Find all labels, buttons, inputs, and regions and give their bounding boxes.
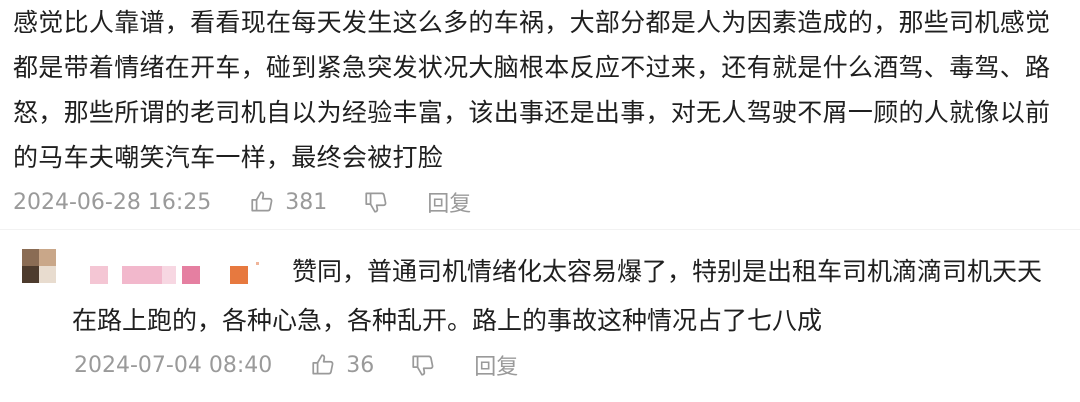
dislike-button[interactable]	[410, 352, 436, 378]
like-count: 36	[346, 352, 375, 378]
comment-timestamp: 2024-06-28 16:25	[13, 189, 212, 215]
like-count: 381	[285, 189, 328, 215]
like-button[interactable]: 36	[310, 352, 374, 378]
thumbs-down-icon	[412, 355, 434, 376]
dislike-button[interactable]	[363, 189, 389, 215]
avatar[interactable]	[22, 249, 56, 283]
thumbs-down-icon	[365, 192, 387, 213]
comment-meta: 2024-07-04 08:40 36 回复	[74, 347, 518, 383]
thumbs-up-icon	[251, 191, 273, 212]
reply-button[interactable]: 回复	[427, 186, 471, 218]
comment-meta: 2024-06-28 16:25 381 回复	[13, 184, 471, 220]
comment-text: 赞同，普通司机情绪化太容易爆了，特别是出租车司机滴滴司机天天在路上跑的，各种心急…	[72, 257, 1043, 335]
thumbs-up-icon	[312, 354, 334, 375]
reply-text-block: 赞同，普通司机情绪化太容易爆了，特别是出租车司机滴滴司机天天在路上跑的，各种心急…	[72, 247, 1062, 345]
comment-text: 感觉比人靠谱，看看现在每天发生这么多的车祸，大部分都是人为因素造成的，那些司机感…	[13, 8, 1051, 172]
like-button[interactable]: 381	[249, 189, 327, 215]
reply-button[interactable]: 回复	[474, 349, 518, 381]
comment-timestamp: 2024-07-04 08:40	[74, 352, 273, 378]
comment-divider	[0, 229, 1080, 230]
